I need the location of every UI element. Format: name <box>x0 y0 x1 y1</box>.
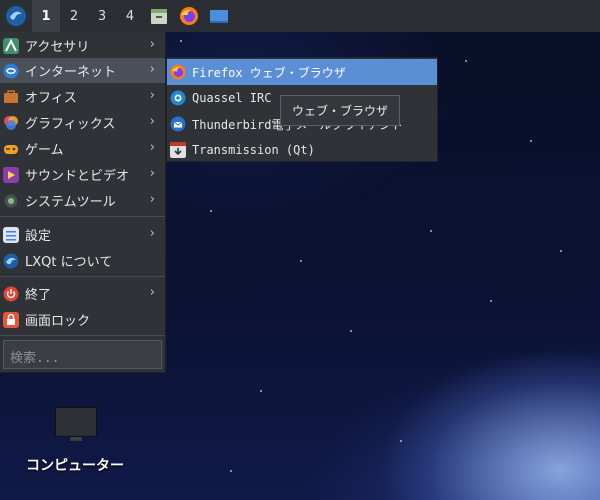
quassel-icon <box>170 90 186 106</box>
graphics-icon <box>4 115 18 130</box>
star <box>350 330 352 332</box>
tooltip: ウェブ・ブラウザ <box>280 95 400 126</box>
menu-item-system-tools[interactable]: システムツール › <box>0 188 165 213</box>
menu-item-label: オフィス <box>25 91 77 106</box>
chevron-right-icon: › <box>149 114 155 129</box>
top-panel: 1 2 3 4 <box>0 0 600 32</box>
menu-item-about-lxqt[interactable]: LXQt について <box>0 248 165 273</box>
file-manager-icon <box>151 9 167 24</box>
firefox-icon <box>170 64 186 80</box>
chevron-right-icon: › <box>149 166 155 181</box>
chevron-right-icon: › <box>149 285 155 300</box>
menu-separator <box>0 276 165 277</box>
submenu-item-label: Quassel IRC <box>192 91 272 105</box>
menu-item-label: インターネット <box>25 65 117 80</box>
workspace-4[interactable]: 4 <box>116 0 144 32</box>
menu-item-leave[interactable]: 終了 › <box>0 281 165 306</box>
chevron-right-icon: › <box>149 226 155 241</box>
star <box>230 470 232 472</box>
submenu-item-label: Transmission (Qt) <box>192 143 315 157</box>
star <box>465 60 467 62</box>
submenu-item-transmission[interactable]: Transmission (Qt) <box>167 137 437 163</box>
chevron-right-icon: › <box>149 37 155 52</box>
chevron-right-icon: › <box>149 192 155 207</box>
menu-item-settings[interactable]: 設定 › <box>0 222 165 247</box>
submenu-item-firefox[interactable]: Firefox ウェブ・ブラウザ <box>167 59 437 85</box>
menu-item-office[interactable]: オフィス › <box>0 84 165 109</box>
menu-item-games[interactable]: ゲーム › <box>0 136 165 161</box>
menu-separator <box>0 335 165 336</box>
games-icon <box>4 144 18 154</box>
menu-item-accessories[interactable]: アクセサリ › <box>0 33 165 58</box>
quicklaunch-desktop[interactable] <box>204 0 234 32</box>
menu-item-graphics[interactable]: グラフィックス › <box>0 110 165 135</box>
menu-item-label: 画面ロック <box>25 314 91 329</box>
workspace-2[interactable]: 2 <box>60 0 88 32</box>
accessories-icon <box>3 37 19 54</box>
submenu-item-label: Firefox ウェブ・ブラウザ <box>192 65 346 80</box>
quicklaunch-file-manager[interactable] <box>144 0 174 32</box>
thunderbird-icon <box>170 116 186 132</box>
office-icon <box>4 89 18 103</box>
star <box>400 440 402 442</box>
chevron-right-icon: › <box>149 62 155 77</box>
menu-item-label: システムツール <box>25 195 116 210</box>
internet-icon <box>3 63 19 78</box>
chevron-right-icon: › <box>149 140 155 155</box>
settings-icon <box>3 226 19 243</box>
menu-search-input[interactable]: 検索... <box>3 340 162 369</box>
desktop-icon-label: コンピューター <box>26 458 124 474</box>
menu-item-label: LXQt について <box>25 255 113 270</box>
workspace-3[interactable]: 3 <box>88 0 116 32</box>
desktop-icon <box>210 10 228 23</box>
quicklaunch-firefox[interactable] <box>174 0 204 32</box>
menu-item-label: 終了 <box>25 288 52 303</box>
application-menu: アクセサリ › インターネット › オフィス › グラフィックス › ゲーム ›… <box>0 32 166 373</box>
computer-icon-stand <box>70 437 82 441</box>
desktop-icon-computer[interactable]: コンピューター <box>20 400 130 480</box>
system-tools-icon <box>4 194 18 207</box>
star <box>490 300 492 302</box>
main-menu-button[interactable] <box>0 0 32 32</box>
power-icon <box>3 286 19 301</box>
star <box>300 260 302 262</box>
star <box>180 40 182 42</box>
sound-video-icon <box>3 166 19 183</box>
menu-item-label: ゲーム <box>25 143 64 158</box>
menu-separator <box>0 216 165 217</box>
menu-item-label: アクセサリ <box>25 40 90 55</box>
computer-icon <box>55 407 97 437</box>
star <box>260 390 262 392</box>
menu-item-label: サウンドとビデオ <box>25 169 130 184</box>
chevron-right-icon: › <box>149 88 155 103</box>
lock-icon <box>3 311 19 328</box>
menu-item-sound-video[interactable]: サウンドとビデオ › <box>0 162 165 187</box>
star <box>430 230 432 232</box>
menu-item-internet[interactable]: インターネット › <box>0 58 165 83</box>
transmission-icon <box>170 142 186 158</box>
lxqt-icon <box>3 253 19 268</box>
firefox-icon <box>180 7 198 25</box>
menu-item-label: 設定 <box>25 229 52 244</box>
menu-item-label: グラフィックス <box>25 117 116 132</box>
star <box>560 250 562 252</box>
star <box>210 210 212 212</box>
star <box>530 140 532 142</box>
lxqt-icon <box>6 6 26 26</box>
menu-item-lock-screen[interactable]: 画面ロック <box>0 307 165 332</box>
workspace-1[interactable]: 1 <box>32 0 60 32</box>
